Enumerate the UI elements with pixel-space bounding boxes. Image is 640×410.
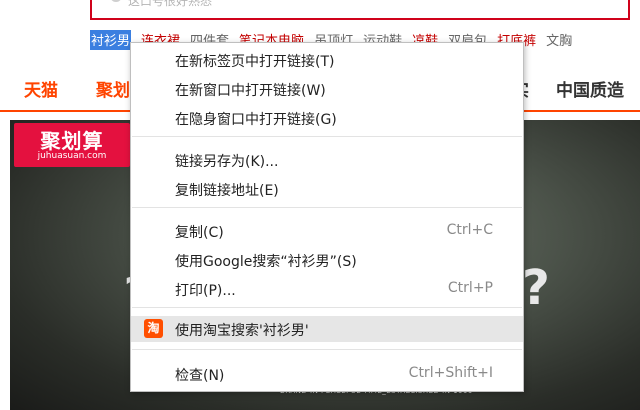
search-box[interactable]: 这口号很好熟悉 [90,0,630,20]
menu-copy[interactable]: 复制(C) Ctrl+C [131,218,523,244]
search-icon [110,0,122,2]
menu-item-shortcut: Ctrl+P [447,280,493,296]
menu-item-label: 复制(C) [175,225,224,241]
banner-question-mark: ? [522,260,550,316]
menu-separator [132,136,522,137]
menu-item-label: 在新窗口中打开链接(W) [175,83,326,99]
menu-item-label: 链接另存为(K)... [175,154,279,170]
menu-item-label: 检查(N) [175,368,225,384]
menu-separator [132,349,522,350]
menu-item-label: 使用Google搜索“衬衫男”(S) [175,254,357,270]
menu-item-shortcut: Ctrl+Shift+I [408,365,493,381]
search-placeholder: 这口号很好熟悉 [128,0,213,8]
menu-item-label: 在新标签页中打开链接(T) [175,54,335,70]
menu-open-incognito[interactable]: 在隐身窗口中打开链接(G) [131,105,523,131]
hot-keyword-link[interactable]: 衬衫男 [90,30,132,50]
menu-open-new-tab[interactable]: 在新标签页中打开链接(T) [131,47,523,73]
channel-zhongguo-zhizao[interactable]: 中国质造 [556,76,624,101]
menu-item-shortcut: Ctrl+C [446,222,493,238]
menu-google-search[interactable]: 使用Google搜索“衬衫男”(S) [131,247,523,273]
menu-open-new-window[interactable]: 在新窗口中打开链接(W) [131,76,523,102]
menu-inspect[interactable]: 检查(N) Ctrl+Shift+I [131,361,523,387]
menu-taobao-search[interactable]: 淘 使用淘宝搜索'衬衫男' [131,316,523,342]
logo-subtitle: juhuasuan.com [37,151,107,161]
menu-print[interactable]: 打印(P)... Ctrl+P [131,276,523,302]
juhuasuan-logo: 聚划算 juhuasuan.com [14,123,130,167]
menu-item-label: 使用淘宝搜索'衬衫男' [175,323,309,339]
channel-juhuasuan[interactable]: 聚划 [96,76,130,101]
menu-separator [132,307,522,308]
logo-title: 聚划算 [40,129,104,153]
menu-item-label: 打印(P)... [175,283,236,299]
menu-item-label: 复制链接地址(E) [175,183,279,199]
menu-save-link-as[interactable]: 链接另存为(K)... [131,147,523,173]
menu-item-label: 在隐身窗口中打开链接(G) [175,112,337,128]
menu-separator [132,207,522,208]
context-menu: 在新标签页中打开链接(T) 在新窗口中打开链接(W) 在隐身窗口中打开链接(G)… [130,42,524,392]
hot-keyword-link[interactable]: 文胸 [546,30,572,50]
menu-copy-link-address[interactable]: 复制链接地址(E) [131,176,523,202]
channel-tmall[interactable]: 天猫 [24,76,58,101]
taobao-icon: 淘 [144,319,163,338]
